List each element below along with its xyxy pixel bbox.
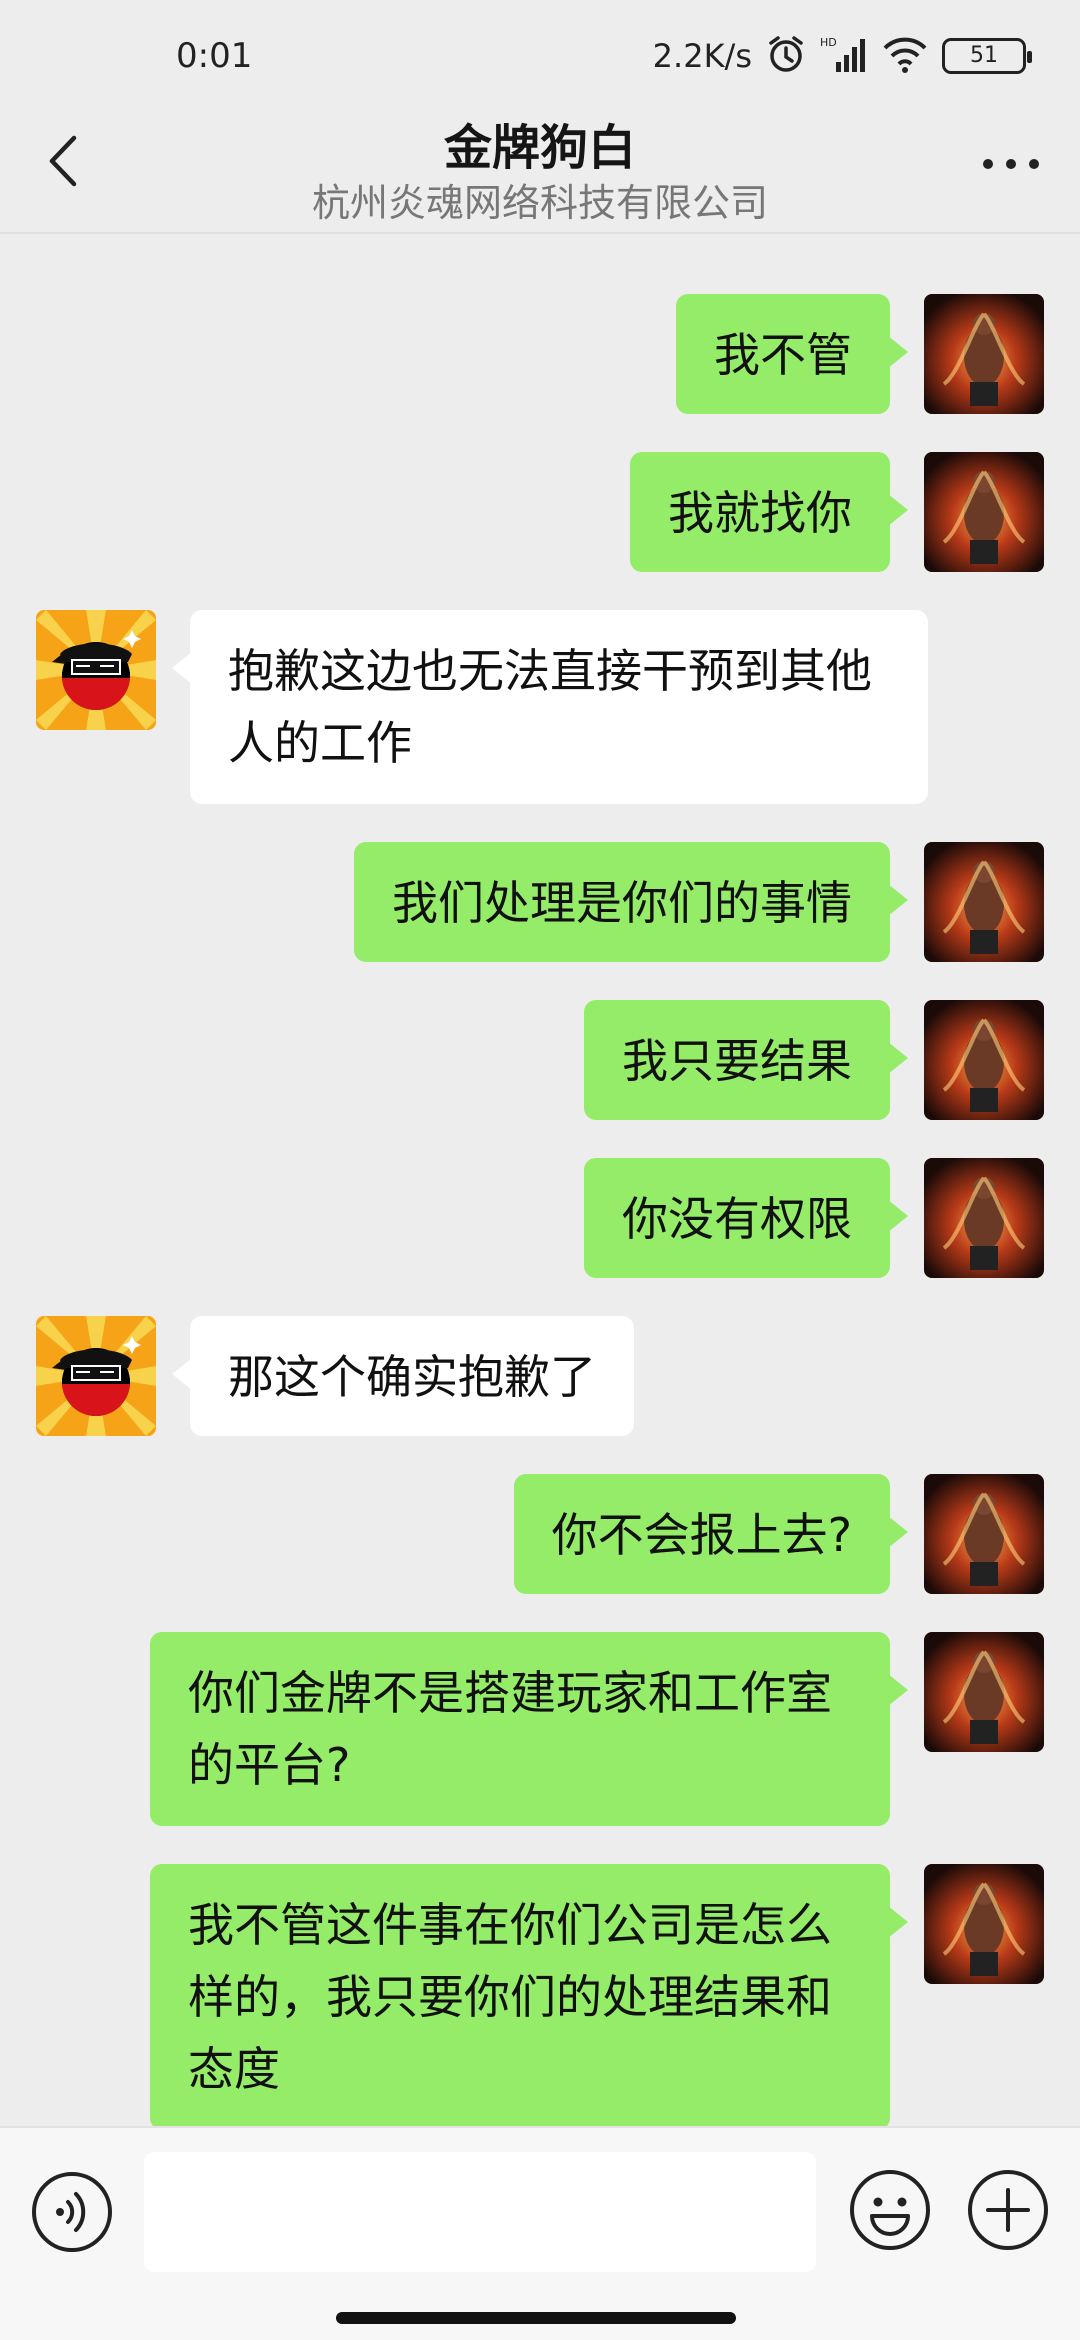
cell-signal-icon: HD: [820, 34, 868, 78]
contact-avatar[interactable]: [36, 1316, 156, 1436]
message-bubble-received[interactable]: 抱歉这边也无法直接干预到其他人的工作: [172, 610, 928, 804]
status-time: 0:01: [176, 36, 253, 76]
alarm-icon: [766, 34, 806, 78]
chat-title: 金牌狗白: [443, 120, 636, 176]
emoji-icon[interactable]: [848, 2168, 932, 2252]
voice-icon[interactable]: [30, 2170, 114, 2254]
chat-subtitle: 杭州炎魂网络科技有限公司: [311, 181, 768, 225]
message-bubble-sent[interactable]: 我不管这件事在你们公司是怎么样的，我只要你们的处理结果和态度: [150, 1864, 908, 2130]
input-bar: [0, 2126, 1080, 2340]
message-bubble-received[interactable]: 那这个确实抱歉了: [172, 1316, 634, 1436]
hd-label: HD: [820, 36, 837, 49]
my-avatar[interactable]: [924, 1474, 1044, 1594]
battery-indicator: 51: [942, 38, 1032, 74]
message-bubble-sent[interactable]: 我就找你: [630, 452, 908, 572]
my-avatar[interactable]: [924, 1158, 1044, 1278]
status-right: 2.2K/s HD 51: [652, 34, 1032, 78]
more-dots-icon[interactable]: [976, 134, 1046, 194]
my-avatar[interactable]: [924, 1000, 1044, 1120]
message-bubble-sent[interactable]: 你没有权限: [584, 1158, 908, 1278]
message-input[interactable]: [144, 2152, 816, 2272]
message-bubble-sent[interactable]: 你不会报上去?: [513, 1474, 909, 1594]
plus-icon[interactable]: [966, 2168, 1050, 2252]
wifi-icon: [882, 34, 928, 78]
home-indicator[interactable]: [336, 2312, 736, 2324]
network-speed: 2.2K/s: [652, 37, 752, 75]
my-avatar[interactable]: [924, 452, 1044, 572]
contact-avatar[interactable]: [36, 610, 156, 730]
my-avatar[interactable]: [924, 294, 1044, 414]
message-bubble-sent[interactable]: 你们金牌不是搭建玩家和工作室的平台?: [150, 1632, 908, 1826]
my-avatar[interactable]: [924, 1864, 1044, 1984]
chat-header: 金牌狗白 杭州炎魂网络科技有限公司: [0, 100, 1080, 234]
message-bubble-sent[interactable]: 我只要结果: [584, 1000, 908, 1120]
message-bubble-sent[interactable]: 我不管: [676, 294, 908, 414]
my-avatar[interactable]: [924, 842, 1044, 962]
my-avatar[interactable]: [924, 1632, 1044, 1752]
message-bubble-sent[interactable]: 我们处理是你们的事情: [354, 842, 908, 962]
